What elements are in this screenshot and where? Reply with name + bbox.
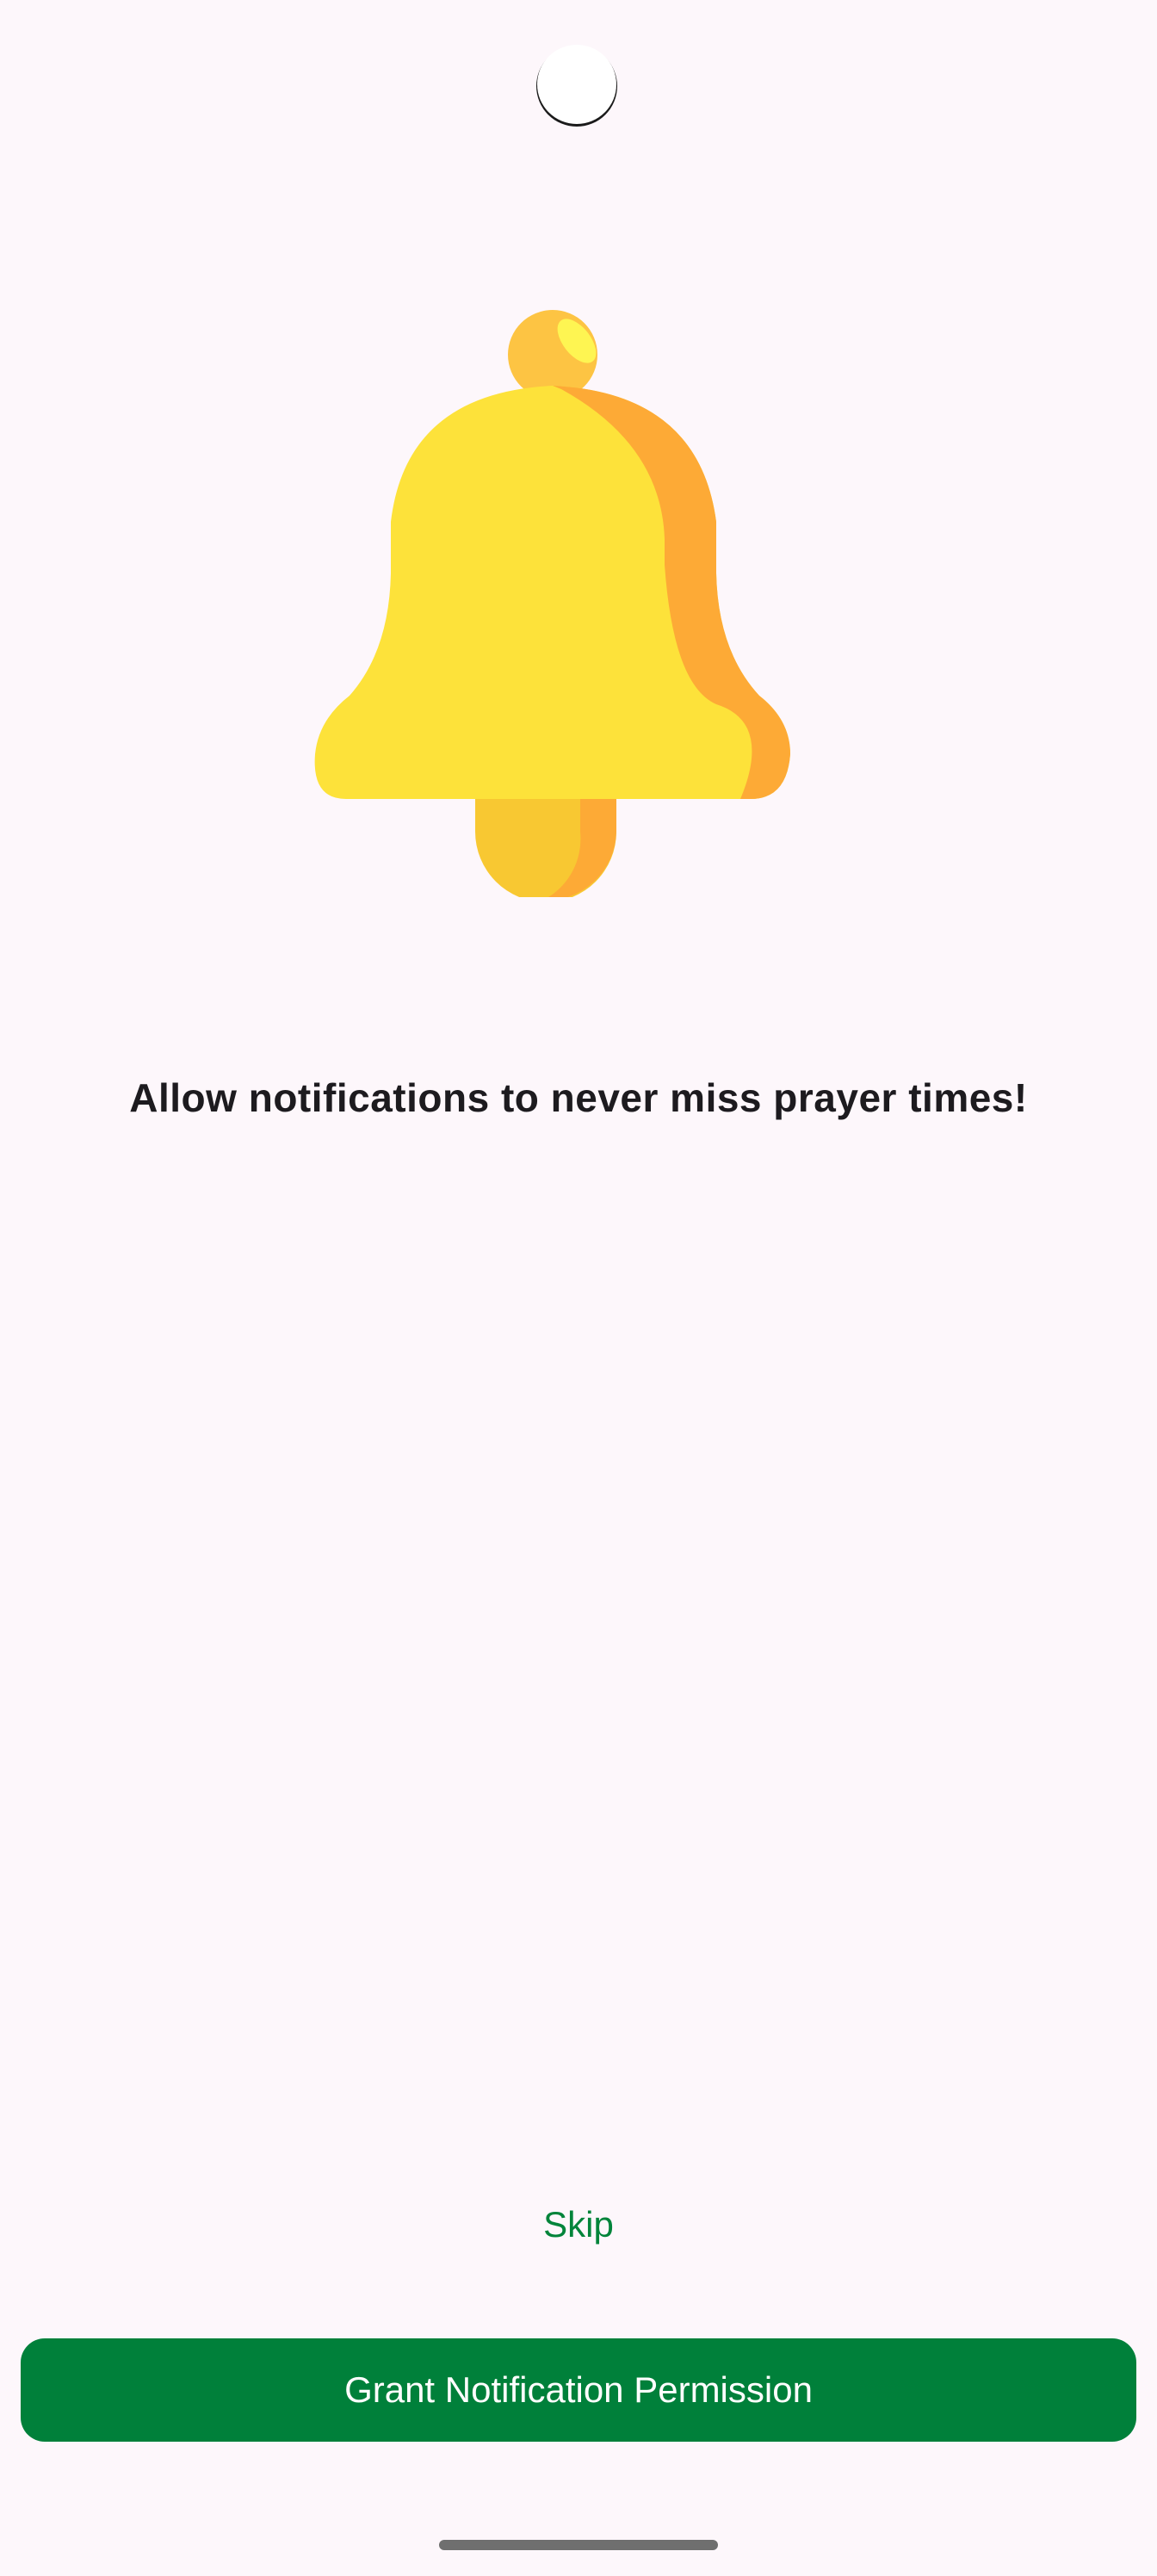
notification-permission-screen: Allow notifications to never miss prayer…	[0, 0, 1157, 2576]
bell-body	[314, 386, 790, 799]
skip-button[interactable]: Skip	[492, 2187, 665, 2263]
bell-icon	[312, 307, 794, 897]
permission-headline: Allow notifications to never miss prayer…	[129, 1075, 1028, 1120]
grant-permission-button[interactable]: Grant Notification Permission	[21, 2338, 1136, 2442]
status-bar	[0, 0, 1157, 129]
home-indicator[interactable]	[439, 2540, 718, 2550]
camera-cutout	[537, 45, 616, 124]
